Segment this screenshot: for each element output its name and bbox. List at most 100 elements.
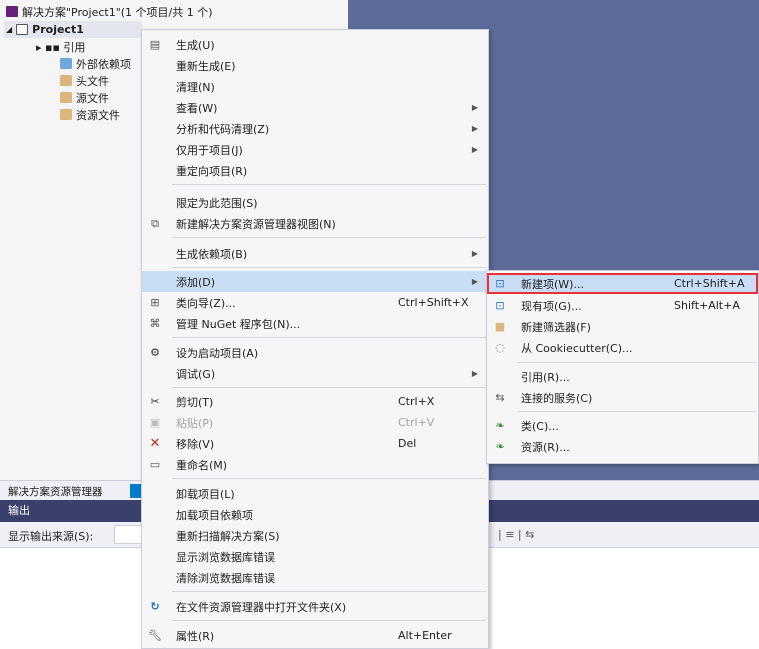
menu-separator: [172, 184, 486, 185]
submenu-item-new-filter[interactable]: ■ 新建筛选器(F): [487, 316, 758, 337]
submenu-item-resource[interactable]: ❧ 资源(R)...: [487, 436, 758, 457]
tree-item-label: 资源文件: [76, 108, 120, 122]
folder-icon: [60, 75, 72, 86]
references-label: ▸ ▪▪ 引用: [36, 40, 86, 54]
external-deps-icon: [60, 58, 72, 69]
menu-item-label: 生成(U): [176, 38, 215, 52]
menu-item-rescan-solution[interactable]: 重新扫描解决方案(S): [142, 525, 488, 546]
menu-item-label: 重命名(M): [176, 458, 228, 472]
menu-item-build-dependencies[interactable]: 生成依赖项(B) ▶: [142, 243, 488, 264]
project-node[interactable]: ◢ Project1: [4, 21, 142, 38]
menu-item-paste[interactable]: ▣ 粘贴(P) Ctrl+V: [142, 412, 488, 433]
folder-icon: [60, 109, 72, 120]
menu-item-show-browse-errors[interactable]: 显示浏览数据库错误: [142, 546, 488, 567]
menu-item-label: 移除(V): [176, 437, 215, 451]
expanded-arrow-icon: ◢: [6, 25, 13, 34]
menu-item-label: 查看(W): [176, 101, 218, 115]
menu-item-label: 类向导(Z)...: [176, 296, 236, 310]
submenu-item-new-item[interactable]: ⊡ 新建项(W)... Ctrl+Shift+A: [487, 273, 758, 294]
menu-item-properties[interactable]: 🔧︎ 属性(R) Alt+Enter: [142, 625, 488, 646]
resource-icon: ❧: [495, 440, 505, 453]
tree-item-resources[interactable]: 资源文件: [60, 106, 120, 123]
menu-item-build[interactable]: ▤ 生成(U): [142, 34, 488, 55]
menu-separator: [172, 620, 486, 621]
output-source-label: 显示输出来源(S):: [8, 530, 94, 543]
menu-item-label: 剪切(T): [176, 395, 214, 409]
menu-item-manage-nuget[interactable]: ⌘ 管理 NuGet 程序包(N)...: [142, 313, 488, 334]
build-icon: ▤: [149, 38, 161, 51]
menu-separator: [172, 478, 486, 479]
menu-item-class-wizard[interactable]: ⊞ 类向导(Z)... Ctrl+Shift+X: [142, 292, 488, 313]
menu-item-label: 新建筛选器(F): [521, 320, 591, 334]
menu-item-label: 仅用于项目(J): [176, 143, 243, 157]
menu-item-rename[interactable]: ▭ 重命名(M): [142, 454, 488, 475]
submenu-item-reference[interactable]: 引用(R)...: [487, 366, 758, 387]
menu-item-cut[interactable]: ✂ 剪切(T) Ctrl+X: [142, 391, 488, 412]
tree-item-sources[interactable]: 源文件: [60, 89, 109, 106]
paste-icon: ▣: [149, 416, 161, 429]
tree-item-references[interactable]: ▸ ▪▪ 引用: [36, 38, 85, 55]
new-filter-icon: ■: [494, 320, 506, 333]
menu-item-debug[interactable]: 调试(G) ▶: [142, 363, 488, 384]
menu-item-view[interactable]: 查看(W) ▶: [142, 97, 488, 118]
submenu-item-cookiecutter[interactable]: ◌ 从 Cookiecutter(C)...: [487, 337, 758, 358]
menu-item-new-se-view[interactable]: ⧉ 新建解决方案资源管理器视图(N): [142, 213, 488, 234]
menu-item-label: 调试(G): [176, 367, 216, 381]
tree-item-label: 外部依赖项: [76, 57, 131, 71]
gear-icon: ⚙: [150, 346, 160, 359]
class-wizard-icon: ⊞: [150, 296, 160, 309]
open-folder-icon: ↻: [150, 600, 160, 613]
menu-item-rebuild[interactable]: 重新生成(E): [142, 55, 488, 76]
tree-item-headers[interactable]: 头文件: [60, 72, 109, 89]
menu-item-label: 现有项(G)...: [521, 299, 582, 313]
menu-item-label: 管理 NuGet 程序包(N)...: [176, 317, 301, 331]
menu-item-label: 分析和代码清理(Z): [176, 122, 270, 136]
menu-item-label: 设为启动项目(A): [176, 346, 259, 360]
menu-item-label: 重定向项目(R): [176, 164, 248, 178]
menu-separator: [517, 362, 756, 363]
folder-icon: [60, 92, 72, 103]
submenu-arrow-icon: ▶: [471, 369, 478, 378]
menu-item-clean[interactable]: 清理(N): [142, 76, 488, 97]
menu-separator: [172, 387, 486, 388]
menu-item-analyze[interactable]: 分析和代码清理(Z) ▶: [142, 118, 488, 139]
menu-item-remove[interactable]: ✕ 移除(V) Del: [142, 433, 488, 454]
add-submenu: ⊡ 新建项(W)... Ctrl+Shift+A ⊡ 现有项(G)... Shi…: [486, 270, 759, 464]
menu-item-open-in-explorer[interactable]: ↻ 在文件资源管理器中打开文件夹(X): [142, 596, 488, 617]
cookiecutter-icon: ◌: [495, 341, 505, 354]
rename-icon: ▭: [149, 458, 161, 471]
project-icon: [16, 24, 29, 35]
menu-item-shortcut: Shift+Alt+A: [674, 299, 740, 312]
menu-item-add[interactable]: 添加(D) ▶: [142, 271, 488, 292]
menu-item-label: 显示浏览数据库错误: [176, 550, 275, 564]
menu-item-shortcut: Ctrl+Shift+X: [398, 296, 469, 309]
submenu-item-connected-services[interactable]: ⇆ 连接的服务(C): [487, 387, 758, 408]
menu-item-retarget[interactable]: 重定向项目(R): [142, 160, 488, 181]
menu-item-load-dependencies[interactable]: 加载项目依赖项: [142, 504, 488, 525]
tab-solution-explorer[interactable]: 解决方案资源管理器: [8, 484, 103, 499]
tree-item-external-deps[interactable]: 外部依赖项: [60, 55, 131, 72]
menu-item-label: 属性(R): [176, 629, 215, 643]
submenu-item-existing-item[interactable]: ⊡ 现有项(G)... Shift+Alt+A: [487, 295, 758, 316]
output-tool-icons[interactable]: | ≡ | ⇆: [498, 528, 534, 541]
solution-node[interactable]: 解决方案"Project1"(1 个项目/共 1 个): [6, 3, 213, 20]
menu-item-unload-project[interactable]: 卸载项目(L): [142, 483, 488, 504]
tree-item-label: 头文件: [76, 74, 109, 88]
menu-item-clear-browse-errors[interactable]: 清除浏览数据库错误: [142, 567, 488, 588]
menu-item-scope-to-this[interactable]: 限定为此范围(S): [142, 192, 488, 213]
submenu-item-class[interactable]: ❧ 类(C)...: [487, 415, 758, 436]
menu-item-project-only[interactable]: 仅用于项目(J) ▶: [142, 139, 488, 160]
solution-icon: [6, 6, 18, 17]
menu-item-label: 在文件资源管理器中打开文件夹(X): [176, 600, 347, 614]
menu-item-set-startup[interactable]: ⚙ 设为启动项目(A): [142, 342, 488, 363]
solution-label: 解决方案"Project1"(1 个项目/共 1 个): [22, 5, 213, 19]
menu-item-label: 重新扫描解决方案(S): [176, 529, 280, 543]
menu-separator: [172, 267, 486, 268]
menu-item-label: 卸载项目(L): [176, 487, 235, 501]
menu-item-label: 类(C)...: [521, 419, 559, 433]
project-label: Project1: [32, 23, 84, 36]
menu-separator: [172, 591, 486, 592]
submenu-arrow-icon: ▶: [471, 145, 478, 154]
new-view-icon: ⧉: [151, 216, 159, 230]
submenu-arrow-icon: ▶: [471, 249, 478, 258]
